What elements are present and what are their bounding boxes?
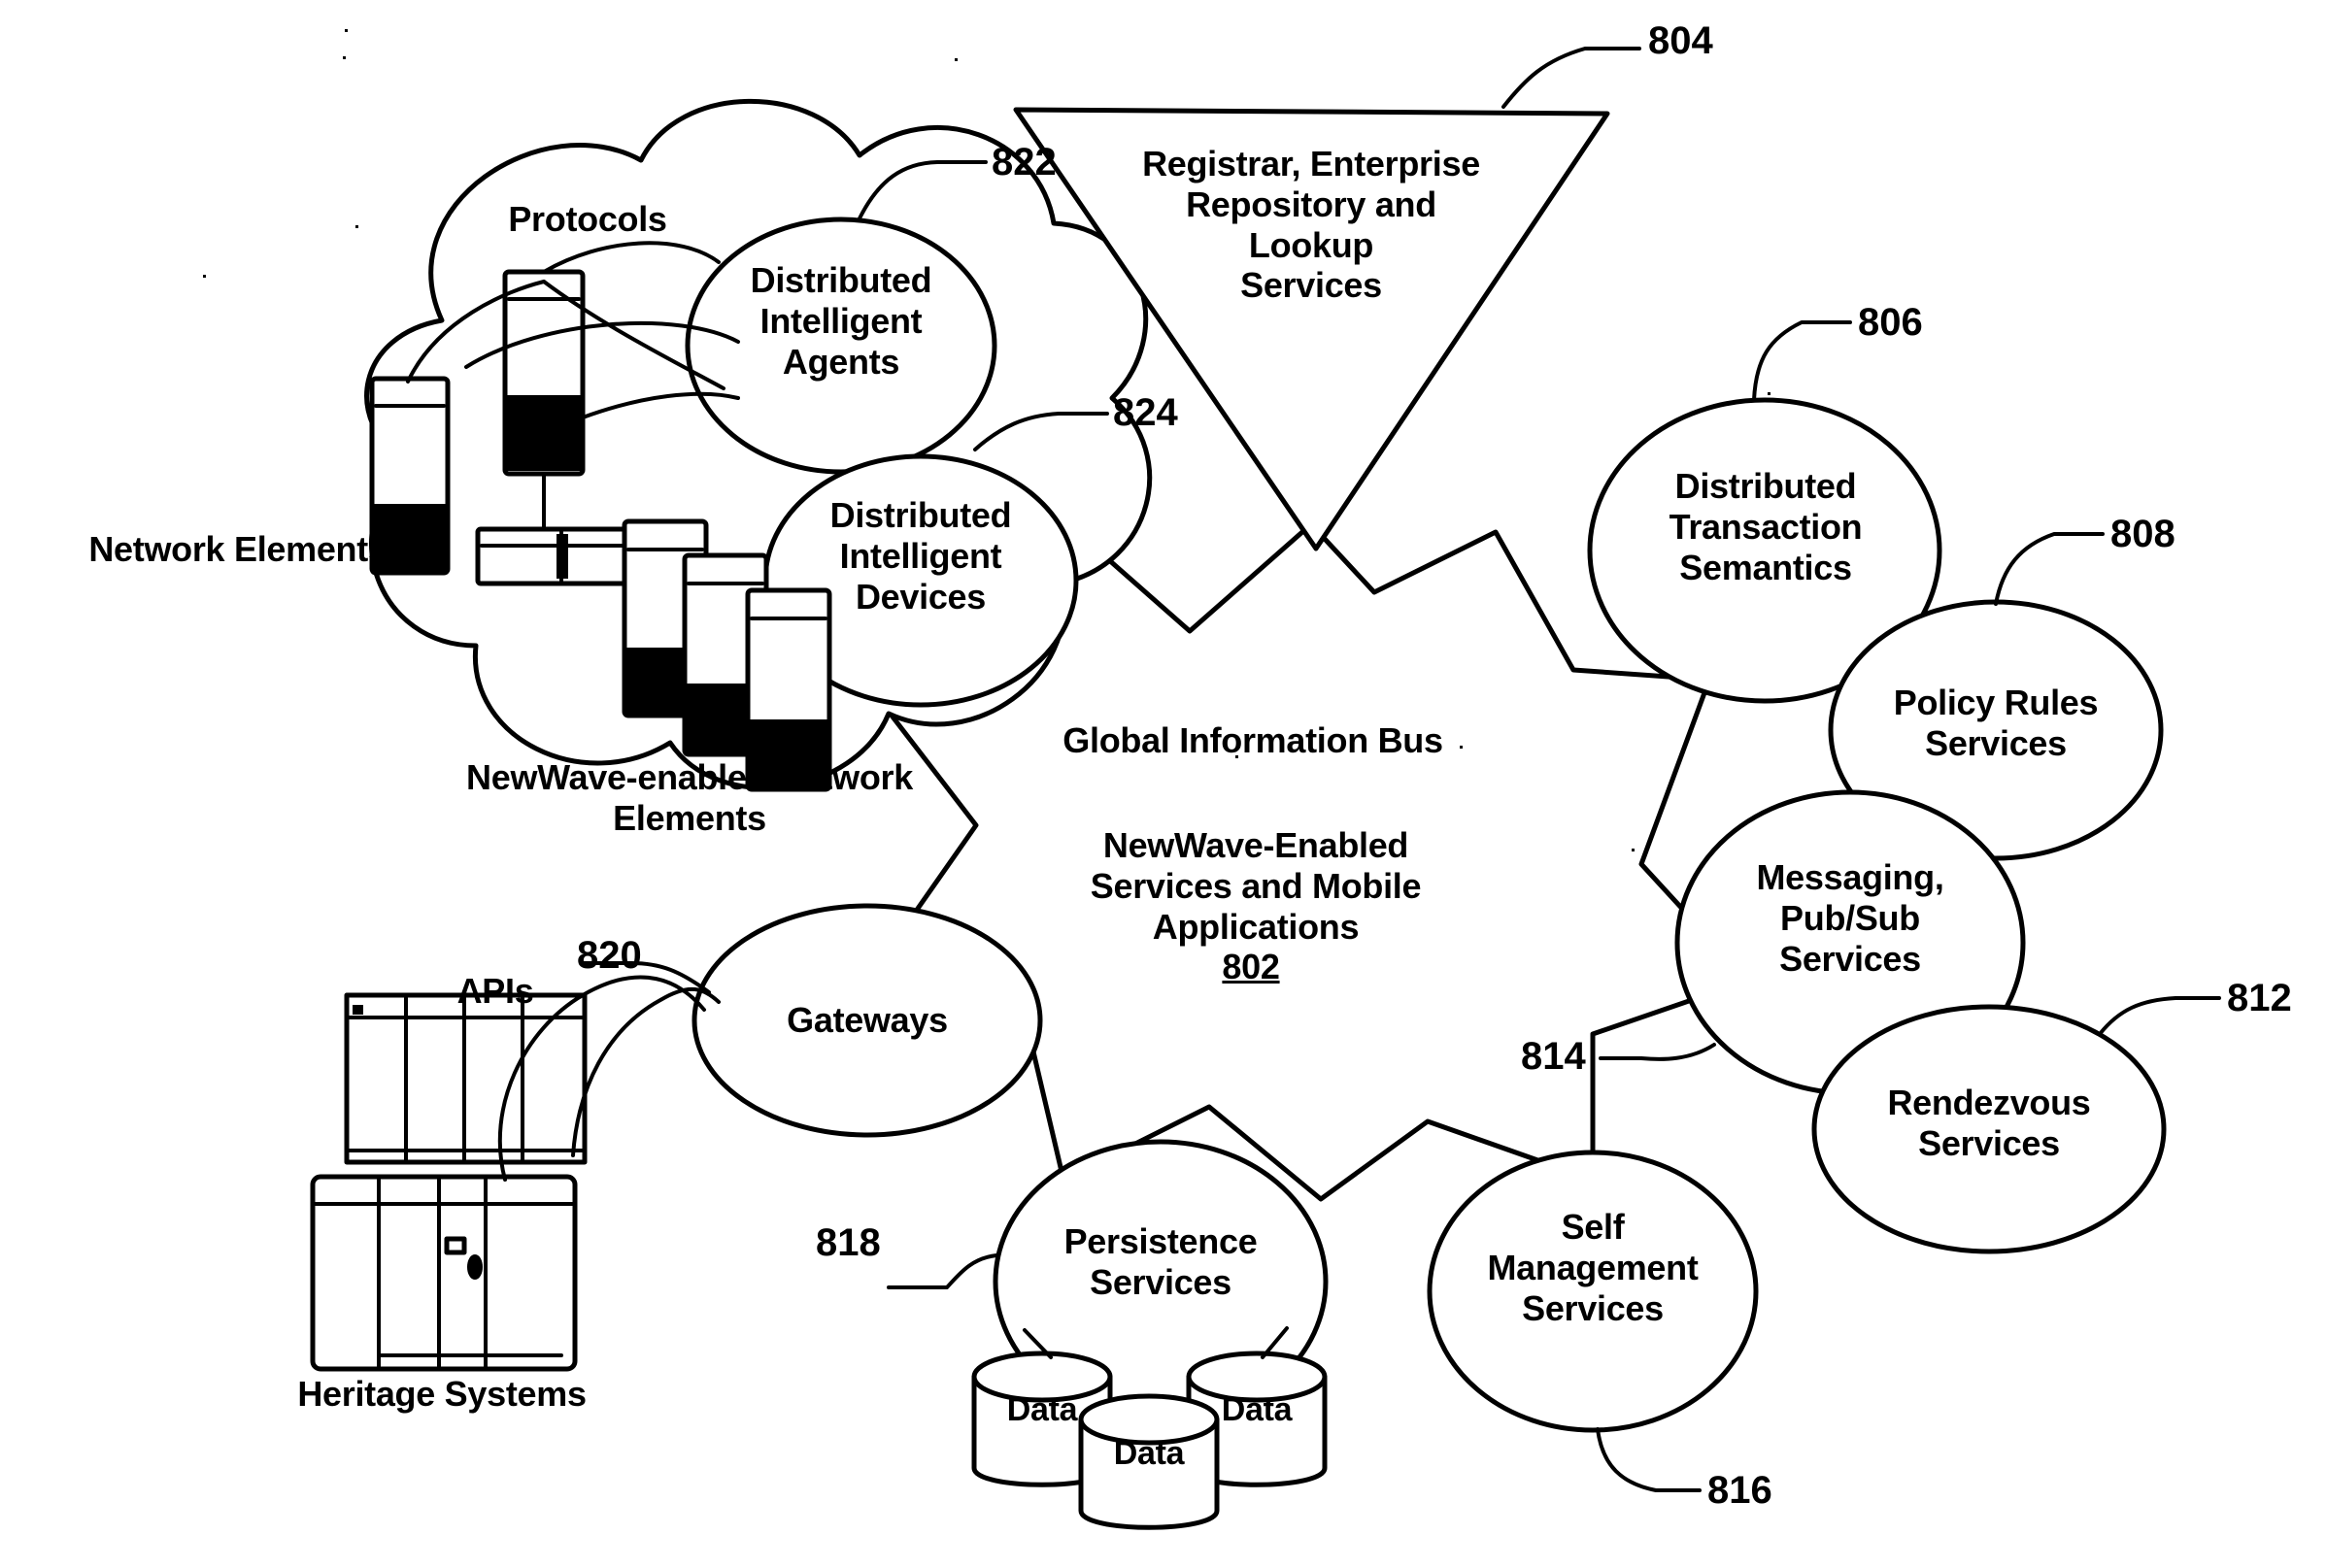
scan-speckle xyxy=(955,58,958,61)
leader-line-804 xyxy=(1501,47,1641,109)
figure-canvas: Global Information Bus NewWave-Enabled S… xyxy=(0,0,2327,1568)
data-cylinder-right-label: Data xyxy=(1221,1391,1293,1428)
leader-line-816 xyxy=(1596,1427,1702,1492)
gateways-label: Gateways xyxy=(787,1000,948,1040)
data-cylinder-left-label: Data xyxy=(1006,1391,1078,1428)
network-elements-label: Network Elements xyxy=(88,529,388,569)
leader-line-812 xyxy=(2098,996,2221,1036)
heritage-systems-label: Heritage Systems xyxy=(297,1374,587,1414)
scan-speckle xyxy=(1235,755,1238,758)
registrar-triangle-label: Registrar, Enterprise Repository and Loo… xyxy=(1142,144,1480,306)
distributed-transaction-semantics-label: Distributed Transaction Semantics xyxy=(1669,466,1863,587)
ref-804: 804 xyxy=(1648,19,1713,62)
ref-812: 812 xyxy=(2227,977,2292,1019)
scan-speckle xyxy=(355,225,358,228)
apis-label: APIs xyxy=(456,971,534,1011)
ref-818: 818 xyxy=(816,1221,881,1264)
ref-824: 824 xyxy=(1113,391,1178,434)
distributed-intelligent-agents-label: Distributed Intelligent Agents xyxy=(750,260,932,382)
rendezvous-services-label: Rendezvous Services xyxy=(1887,1083,2091,1163)
global-information-bus-label: Global Information Bus xyxy=(1062,720,1443,760)
data-cylinder-center-label: Data xyxy=(1113,1435,1185,1472)
heritage-systems-icon xyxy=(310,992,588,1372)
ref-822: 822 xyxy=(992,141,1057,183)
ref-808: 808 xyxy=(2110,513,2175,555)
leader-line-814 xyxy=(1599,1043,1716,1061)
scan-speckle xyxy=(343,56,346,59)
ref-816: 816 xyxy=(1707,1469,1772,1512)
persistence-services-label: Persistence Services xyxy=(1063,1221,1258,1302)
leader-line-806 xyxy=(1752,320,1852,402)
messaging-pubsub-services-label: Messaging, Pub/Sub Services xyxy=(1756,857,1944,979)
ref-806: 806 xyxy=(1858,301,1923,344)
protocols-label: Protocols xyxy=(508,199,667,239)
leader-line-808 xyxy=(1994,532,2105,606)
center-subtitle-label: NewWave-Enabled Services and Mobile Appl… xyxy=(1090,825,1422,947)
scan-speckle xyxy=(1460,746,1463,749)
self-management-services-label: Self Management Services xyxy=(1487,1207,1699,1328)
policy-rules-services-label: Policy Rules Services xyxy=(1893,683,2099,763)
device-cradle-icon xyxy=(475,526,636,586)
center-ref-802: 802 xyxy=(1222,947,1280,986)
scan-speckle xyxy=(1768,392,1771,395)
newwave-enabled-network-elements-label: NewWave-enabled Network Elements xyxy=(466,757,913,838)
ref-814: 814 xyxy=(1521,1035,1586,1078)
scan-speckle xyxy=(1632,849,1635,851)
leader-line-818 xyxy=(887,1253,998,1289)
scan-speckle xyxy=(203,275,206,278)
distributed-intelligent-devices-label: Distributed Intelligent Devices xyxy=(829,495,1012,617)
scan-speckle xyxy=(345,29,348,32)
